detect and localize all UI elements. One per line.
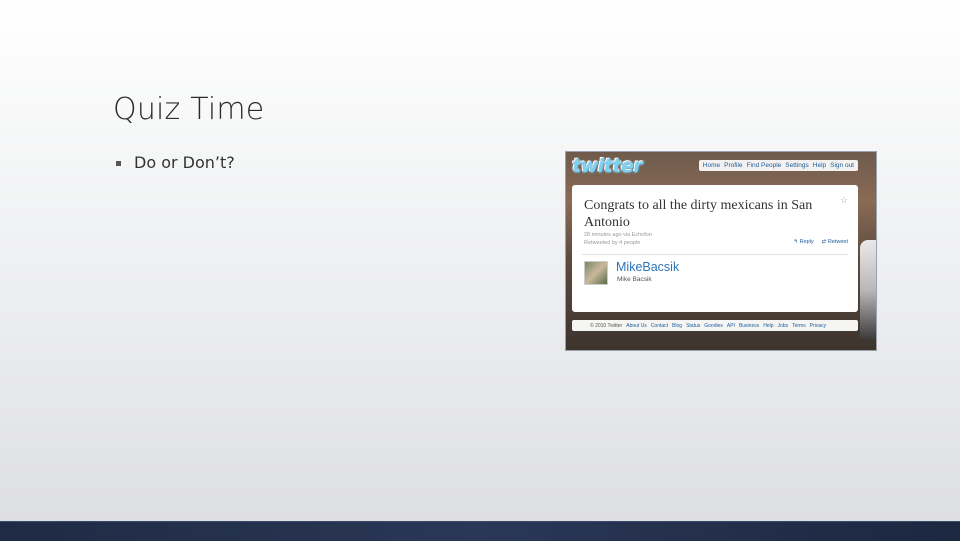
footer-link: Jobs <box>777 322 789 329</box>
tweet-actions: ↰ Reply ⇄ Retweet <box>793 239 848 245</box>
nav-settings: Settings <box>785 162 809 169</box>
nav-help: Help <box>812 162 827 169</box>
tweet-screenshot: twitter Home Profile Find People Setting… <box>565 151 877 351</box>
tweet-meta: 28 minutes ago via Echofon Retweeted by … <box>584 231 652 247</box>
footer-link: Terms <box>792 322 806 329</box>
background-photo-figure <box>860 240 876 340</box>
footer-link: Contact <box>650 322 669 329</box>
slide-footer-bar <box>0 521 960 541</box>
footer-link: Business <box>738 322 760 329</box>
tweet-timestamp: 28 minutes ago via Echofon <box>584 232 652 238</box>
tweet-card: Congrats to all the dirty mexicans in Sa… <box>572 185 858 312</box>
tweet-text: Congrats to all the dirty mexicans in Sa… <box>584 198 813 230</box>
twitter-nav: Home Profile Find People Settings Help S… <box>698 160 858 171</box>
tweet-real-name: Mike Bacsik <box>617 276 652 283</box>
footer-link: API <box>726 322 735 329</box>
footer-link: Privacy <box>809 322 827 329</box>
nav-sign-out: Sign out <box>830 162 854 169</box>
divider <box>582 254 848 255</box>
footer-link: About Us <box>626 322 647 329</box>
bullet-item: Do or Don’t? <box>116 153 235 172</box>
nav-profile: Profile <box>724 162 743 169</box>
footer-link: Help <box>763 322 774 329</box>
reply-label: Reply <box>799 239 814 245</box>
nav-find-people: Find People <box>746 162 782 169</box>
footer-link: Blog <box>672 322 683 329</box>
retweet-label: Retweet <box>827 239 848 245</box>
tweet-retweet-count: Retweeted by 4 people <box>584 240 641 246</box>
tweet-username: MikeBacsik <box>616 260 680 274</box>
footer-copyright: © 2010 Twitter <box>590 322 623 329</box>
footer-link: Status <box>686 322 701 329</box>
reply-link: ↰ Reply <box>793 239 814 245</box>
nav-home: Home <box>702 162 721 169</box>
avatar <box>584 261 608 285</box>
slide-title: Quiz Time <box>113 92 265 127</box>
footer-link: Goodies <box>704 322 723 329</box>
bullet-text: Do or Don’t? <box>134 153 235 172</box>
bullet-marker <box>116 161 121 166</box>
retweet-link: ⇄ Retweet <box>821 239 848 245</box>
twitter-logo: twitter <box>572 155 643 177</box>
twitter-footer: © 2010 Twitter About Us Contact Blog Sta… <box>572 320 858 331</box>
star-icon: ☆ <box>839 195 848 205</box>
